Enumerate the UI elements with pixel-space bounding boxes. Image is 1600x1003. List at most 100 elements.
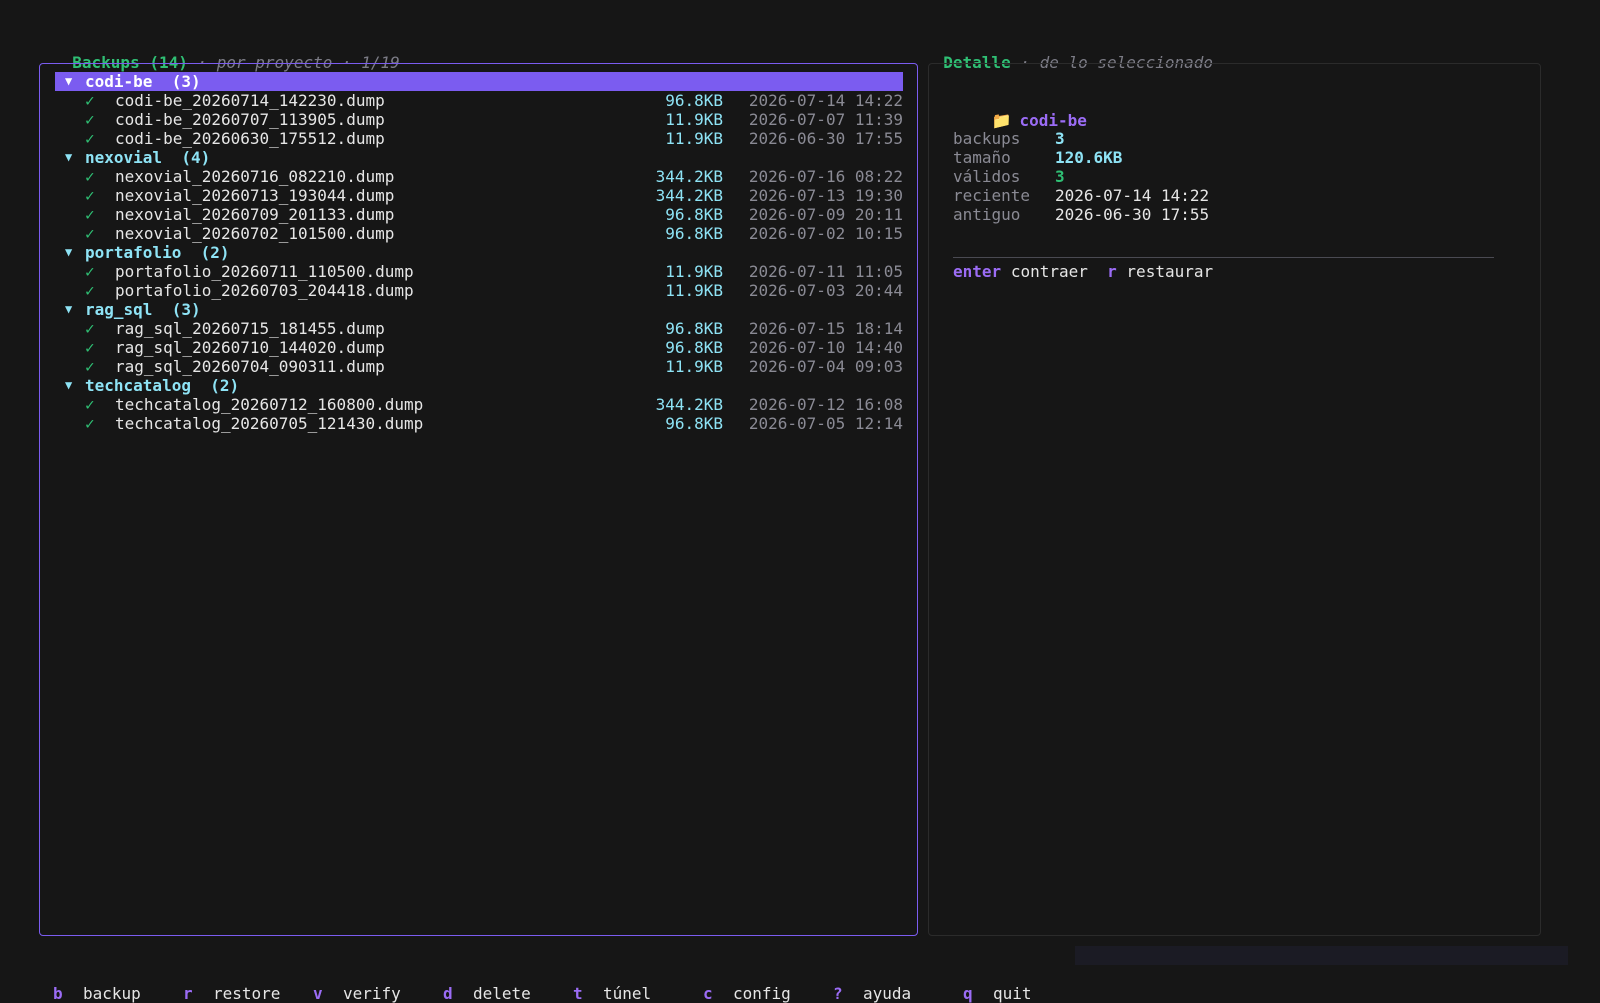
backup-file-row[interactable]: ✓ portafolio_20260703_204418.dump 11.9KB 20… <box>55 281 903 300</box>
backup-file-name: techcatalog_20260705_121430.dump <box>115 414 424 433</box>
check-icon: ✓ <box>85 338 95 357</box>
backup-file-size: 96.8KB <box>665 414 723 433</box>
detail-field-key: tamaño <box>953 148 1011 167</box>
backup-file-row[interactable]: ✓ nexovial_20260716_082210.dump 344.2KB 202… <box>55 167 903 186</box>
folder-icon: 📁 <box>991 111 1012 130</box>
tree-group-name: nexovial <box>85 148 163 167</box>
expand-arrow-icon[interactable]: ▼ <box>65 148 72 167</box>
detail-field-key: válidos <box>953 167 1021 186</box>
tree-group-codi-be[interactable]: ▼ codi-be (3) <box>55 72 903 91</box>
detail-field-key: antiguo <box>953 205 1021 224</box>
check-icon: ✓ <box>85 186 95 205</box>
backups-list-panel[interactable]: ▼ codi-be (3) ✓ codi-be_20260714_142230.dum… <box>39 63 918 936</box>
hint-key-enter: enter <box>953 262 1002 281</box>
tree-group-portafolio[interactable]: ▼ portafolio (2) <box>55 243 903 262</box>
hint-label: restaurar <box>1126 262 1214 281</box>
expand-arrow-icon[interactable]: ▼ <box>65 300 72 319</box>
tree-group-techcatalog[interactable]: ▼ techcatalog (2) <box>55 376 903 395</box>
check-icon: ✓ <box>85 205 95 224</box>
tree-group-label: techcatalog (2) <box>85 376 239 395</box>
backup-file-size: 96.8KB <box>665 91 723 110</box>
tree-group-count: (2) <box>200 243 230 262</box>
expand-arrow-icon[interactable]: ▼ <box>65 243 72 262</box>
backup-file-size: 11.9KB <box>665 357 723 376</box>
backup-file-row[interactable]: ✓ portafolio_20260711_110500.dump 11.9KB 20… <box>55 262 903 281</box>
backup-file-size: 96.8KB <box>665 319 723 338</box>
backup-file-name: codi-be_20260630_175512.dump <box>115 129 385 148</box>
backup-file-size: 96.8KB <box>665 205 723 224</box>
backup-file-row[interactable]: ✓ codi-be_20260714_142230.dump 96.8KB 2026-… <box>55 91 903 110</box>
detail-divider <box>953 257 1494 258</box>
check-icon: ✓ <box>85 319 95 338</box>
tree-group-label: rag_sql (3) <box>85 300 201 319</box>
tree-group-count: (3) <box>171 72 201 91</box>
backup-file-name: portafolio_20260703_204418.dump <box>115 281 414 300</box>
backup-file-row[interactable]: ✓ nexovial_20260713_193044.dump 344.2KB 202… <box>55 186 903 205</box>
backup-file-date: 2026-07-05 12:14 <box>748 414 903 433</box>
backup-file-name: portafolio_20260711_110500.dump <box>115 262 414 281</box>
footer-label-ayuda[interactable]: ayuda <box>863 984 911 1003</box>
check-icon: ✓ <box>85 167 95 186</box>
footer-label-verify[interactable]: verify <box>343 984 401 1003</box>
footer-key-quit[interactable]: q <box>963 984 973 1003</box>
detail-field-key: reciente <box>953 186 1031 205</box>
backup-file-date: 2026-07-12 16:08 <box>748 395 903 414</box>
footer-label-quit[interactable]: quit <box>993 984 1032 1003</box>
footer-label-restore[interactable]: restore <box>213 984 280 1003</box>
backup-file-row[interactable]: ✓ nexovial_20260702_101500.dump 96.8KB 2026… <box>55 224 903 243</box>
backup-file-date: 2026-07-02 10:15 <box>748 224 903 243</box>
footer-key-ayuda[interactable]: ? <box>833 984 843 1003</box>
backup-file-row[interactable]: ✓ codi-be_20260707_113905.dump 11.9KB 2026-… <box>55 110 903 129</box>
backup-file-row[interactable]: ✓ rag_sql_20260715_181455.dump 96.8KB 2026-… <box>55 319 903 338</box>
footer-label-túnel[interactable]: túnel <box>603 984 651 1003</box>
tree-group-name: portafolio <box>85 243 182 262</box>
backup-file-date: 2026-07-16 08:22 <box>748 167 903 186</box>
backup-file-size: 344.2KB <box>655 167 723 186</box>
hint-key-r: r <box>1107 262 1117 281</box>
check-icon: ✓ <box>85 414 95 433</box>
backup-file-row[interactable]: ✓ rag_sql_20260710_144020.dump 96.8KB 2026-… <box>55 338 903 357</box>
footer-label-delete[interactable]: delete <box>473 984 531 1003</box>
expand-arrow-icon[interactable]: ▼ <box>65 376 72 395</box>
expand-arrow-icon[interactable]: ▼ <box>65 72 72 91</box>
tree-group-name: rag_sql <box>85 300 153 319</box>
backup-file-name: nexovial_20260709_201133.dump <box>115 205 395 224</box>
backup-file-date: 2026-07-07 11:39 <box>748 110 903 129</box>
backup-file-row[interactable]: ✓ nexovial_20260709_201133.dump 96.8KB 2026… <box>55 205 903 224</box>
backup-file-date: 2026-07-13 19:30 <box>748 186 903 205</box>
footer-key-verify[interactable]: v <box>313 984 323 1003</box>
backup-file-row[interactable]: ✓ techcatalog_20260712_160800.dump 344.2KB… <box>55 395 903 414</box>
footer-label-config[interactable]: config <box>733 984 791 1003</box>
footer-key-restore[interactable]: r <box>183 984 193 1003</box>
detail-field-value: 3 <box>1055 129 1065 148</box>
detail-field-3: reciente 2026-07-14 14:22 <box>953 186 1209 205</box>
detail-hints: enter contraer r restaurar <box>953 262 1213 281</box>
keybinding-bar-fill <box>1075 946 1568 965</box>
backup-file-name: codi-be_20260707_113905.dump <box>115 110 385 129</box>
backup-file-row[interactable]: ✓ rag_sql_20260704_090311.dump 11.9KB 2026-… <box>55 357 903 376</box>
detail-field-0: backups 3 <box>953 129 1065 148</box>
backup-file-size: 344.2KB <box>655 395 723 414</box>
detail-field-2: válidos 3 <box>953 167 1065 186</box>
footer-key-backup[interactable]: b <box>53 984 63 1003</box>
footer-key-túnel[interactable]: t <box>573 984 583 1003</box>
backup-file-row[interactable]: ✓ techcatalog_20260705_121430.dump 96.8KB 2… <box>55 414 903 433</box>
tree-group-nexovial[interactable]: ▼ nexovial (4) <box>55 148 903 167</box>
backup-file-date: 2026-07-03 20:44 <box>748 281 903 300</box>
footer-key-delete[interactable]: d <box>443 984 453 1003</box>
footer-key-config[interactable]: c <box>703 984 713 1003</box>
tree-group-count: (4) <box>181 148 211 167</box>
backup-file-size: 11.9KB <box>665 129 723 148</box>
footer-label-backup[interactable]: backup <box>83 984 141 1003</box>
tree-group-label: portafolio (2) <box>85 243 230 262</box>
backup-file-size: 11.9KB <box>665 262 723 281</box>
tree-group-count: (2) <box>210 376 240 395</box>
detail-field-key: backups <box>953 129 1021 148</box>
backup-file-date: 2026-07-09 20:11 <box>748 205 903 224</box>
detail-field-value: 2026-06-30 17:55 <box>1055 205 1210 224</box>
backup-file-name: nexovial_20260702_101500.dump <box>115 224 395 243</box>
backup-file-row[interactable]: ✓ codi-be_20260630_175512.dump 11.9KB 2026-… <box>55 129 903 148</box>
backup-file-date: 2026-06-30 17:55 <box>748 129 903 148</box>
tree-group-rag-sql[interactable]: ▼ rag_sql (3) <box>55 300 903 319</box>
detail-field-value: 2026-07-14 14:22 <box>1055 186 1210 205</box>
